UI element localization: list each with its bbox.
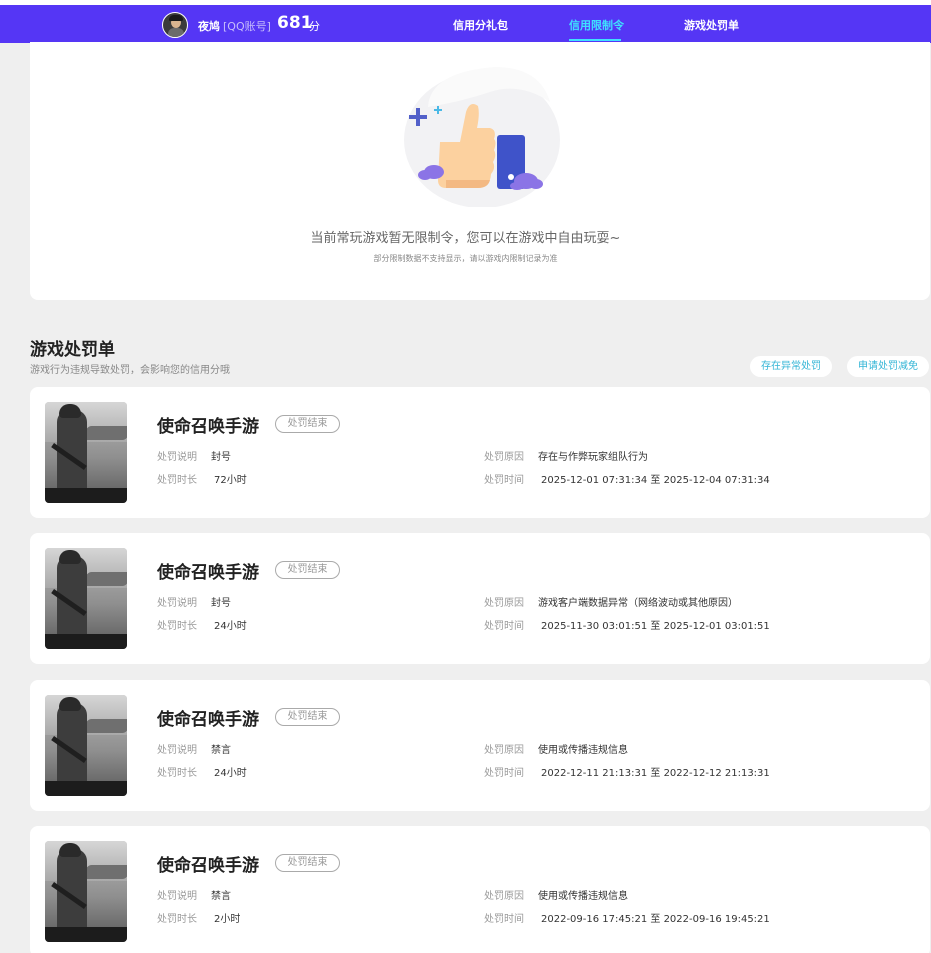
time-label: 处罚时间 [484,621,524,632]
penalty-card[interactable]: 使命召唤手游 处罚结束 处罚说明 禁言 处罚时长 2小时 处罚原因 使用或传播违… [30,826,930,953]
game-name: 使命召唤手游 [157,563,259,583]
username: 夜鸠 [198,20,220,33]
reason-label: 处罚原因 [484,598,524,609]
status-badge: 处罚结束 [275,561,340,579]
game-thumbnail [45,695,127,796]
status-badge: 处罚结束 [275,415,340,433]
active-tab-indicator [569,39,621,41]
time-label: 处罚时间 [484,914,524,925]
abnormal-penalty-button[interactable]: 存在异常处罚 [750,356,832,377]
desc-label: 处罚说明 [157,598,197,609]
game-thumbnail [45,402,127,503]
desc-value: 禁言 [211,891,231,902]
duration-value: 24小时 [214,768,247,779]
status-badge: 处罚结束 [275,854,340,872]
time-value: 2022-12-11 21:13:31 至 2022-12-12 21:13:3… [541,768,770,779]
desc-value: 封号 [211,452,231,463]
appeal-reduction-button[interactable]: 申请处罚减免 [847,356,929,377]
penalty-card[interactable]: 使命召唤手游 处罚结束 处罚说明 封号 处罚时长 72小时 处罚原因 存在与作弊… [30,387,930,518]
time-value: 2022-09-16 17:45:21 至 2022-09-16 19:45:2… [541,914,770,925]
duration-value: 2小时 [214,914,241,925]
time-value: 2025-12-01 07:31:34 至 2025-12-04 07:31:3… [541,475,770,486]
status-badge: 处罚结束 [275,708,340,726]
reason-value: 存在与作弊玩家组队行为 [538,452,648,463]
avatar[interactable] [162,12,188,38]
duration-label: 处罚时长 [157,914,197,925]
time-label: 处罚时间 [484,768,524,779]
time-value: 2025-11-30 03:01:51 至 2025-12-01 03:01:5… [541,621,770,632]
reason-value: 使用或传播违规信息 [538,745,628,756]
reason-label: 处罚原因 [484,745,524,756]
duration-value: 72小时 [214,475,247,486]
header-bar: 夜鸠 [QQ账号] 681 分 信用分礼包 信用限制令 游戏处罚单 [0,5,931,43]
desc-value: 禁言 [211,745,231,756]
desc-label: 处罚说明 [157,745,197,756]
desc-value: 封号 [211,598,231,609]
section-title: 游戏处罚单 [30,340,115,360]
game-name: 使命召唤手游 [157,710,259,730]
tab-credit-gift[interactable]: 信用分礼包 [453,17,508,33]
game-thumbnail [45,841,127,942]
tab-game-penalty[interactable]: 游戏处罚单 [684,17,739,33]
tab-credit-restriction[interactable]: 信用限制令 [569,17,624,33]
penalty-card[interactable]: 使命召唤手游 处罚结束 处罚说明 禁言 处罚时长 24小时 处罚原因 使用或传播… [30,680,930,811]
desc-label: 处罚说明 [157,452,197,463]
game-thumbnail [45,548,127,649]
desc-label: 处罚说明 [157,891,197,902]
score-unit: 分 [309,20,320,33]
duration-label: 处罚时长 [157,475,197,486]
reason-value: 使用或传播违规信息 [538,891,628,902]
time-label: 处罚时间 [484,475,524,486]
duration-value: 24小时 [214,621,247,632]
credit-score: 681 [277,13,313,33]
empty-restriction-note: 部分限制数据不支持显示，请以游戏内限制记录为准 [373,254,558,263]
game-name: 使命召唤手游 [157,417,259,437]
thumbs-up-illustration [404,67,560,207]
reason-value: 游戏客户端数据异常（网络波动或其他原因） [538,598,738,609]
penalty-card[interactable]: 使命召唤手游 处罚结束 处罚说明 封号 处罚时长 24小时 处罚原因 游戏客户端… [30,533,930,664]
account-type: [QQ账号] [223,20,271,33]
reason-label: 处罚原因 [484,452,524,463]
duration-label: 处罚时长 [157,768,197,779]
reason-label: 处罚原因 [484,891,524,902]
empty-restriction-text: 当前常玩游戏暂无限制令，您可以在游戏中自由玩耍~ [310,231,621,246]
section-subtitle: 游戏行为违规导致处罚，会影响您的信用分哦 [30,365,230,376]
game-name: 使命召唤手游 [157,856,259,876]
duration-label: 处罚时长 [157,621,197,632]
